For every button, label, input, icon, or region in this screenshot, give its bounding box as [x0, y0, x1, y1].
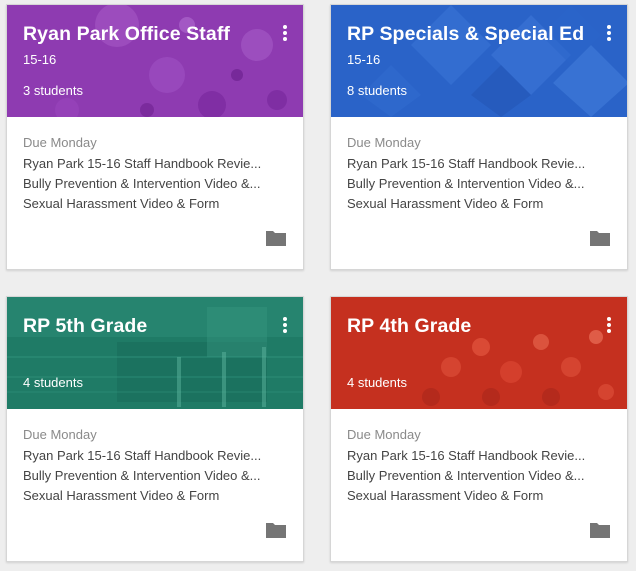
folder-icon[interactable] — [265, 521, 287, 539]
class-title[interactable]: RP Specials & Special Ed — [347, 23, 584, 46]
class-title[interactable]: Ryan Park Office Staff — [23, 23, 230, 46]
assignment-link[interactable]: Ryan Park 15-16 Staff Handbook Revie... — [23, 156, 287, 171]
class-card-header[interactable]: RP 5th Grade 4 students — [7, 297, 303, 409]
folder-icon[interactable] — [589, 229, 611, 247]
more-vert-icon[interactable] — [279, 25, 291, 43]
class-section: 15-16 — [347, 52, 381, 67]
class-title[interactable]: RP 4th Grade — [347, 315, 471, 338]
assignment-link[interactable]: Sexual Harassment Video & Form — [347, 196, 611, 211]
class-card-body: Due Monday Ryan Park 15-16 Staff Handboo… — [331, 117, 627, 269]
assignment-link[interactable]: Sexual Harassment Video & Form — [23, 196, 287, 211]
due-label: Due Monday — [23, 427, 97, 442]
due-label: Due Monday — [347, 427, 421, 442]
folder-icon[interactable] — [589, 521, 611, 539]
class-title[interactable]: RP 5th Grade — [23, 315, 147, 338]
more-vert-icon[interactable] — [279, 317, 291, 335]
student-count: 8 students — [347, 83, 407, 98]
class-section: 15-16 — [23, 52, 57, 67]
assignment-link[interactable]: Bully Prevention & Intervention Video &.… — [23, 176, 287, 191]
assignment-link[interactable]: Bully Prevention & Intervention Video &.… — [23, 468, 287, 483]
class-card-rp-5th-grade[interactable]: RP 5th Grade 4 students Due Monday Ryan … — [6, 296, 304, 562]
assignment-link[interactable]: Bully Prevention & Intervention Video &.… — [347, 468, 611, 483]
class-card-body: Due Monday Ryan Park 15-16 Staff Handboo… — [7, 409, 303, 561]
assignment-link[interactable]: Ryan Park 15-16 Staff Handbook Revie... — [347, 448, 611, 463]
class-card-header[interactable]: Ryan Park Office Staff 15-16 3 students — [7, 5, 303, 117]
class-card-body: Due Monday Ryan Park 15-16 Staff Handboo… — [331, 409, 627, 561]
due-label: Due Monday — [23, 135, 97, 150]
assignment-link[interactable]: Bully Prevention & Intervention Video &.… — [347, 176, 611, 191]
folder-icon[interactable] — [265, 229, 287, 247]
header-background-image — [422, 330, 614, 406]
due-label: Due Monday — [347, 135, 421, 150]
class-card-rp-4th-grade[interactable]: RP 4th Grade 4 students Due Monday Ryan … — [330, 296, 628, 562]
student-count: 4 students — [23, 375, 83, 390]
more-vert-icon[interactable] — [603, 317, 615, 335]
class-card-body: Due Monday Ryan Park 15-16 Staff Handboo… — [7, 117, 303, 269]
class-card-rp-specials-special-ed[interactable]: RP Specials & Special Ed 15-16 8 student… — [330, 4, 628, 270]
student-count: 3 students — [23, 83, 83, 98]
class-card-header[interactable]: RP 4th Grade 4 students — [331, 297, 627, 409]
class-card-ryan-park-office-staff[interactable]: Ryan Park Office Staff 15-16 3 students … — [6, 4, 304, 270]
more-vert-icon[interactable] — [603, 25, 615, 43]
assignment-link[interactable]: Sexual Harassment Video & Form — [347, 488, 611, 503]
assignment-link[interactable]: Ryan Park 15-16 Staff Handbook Revie... — [347, 156, 611, 171]
assignment-link[interactable]: Sexual Harassment Video & Form — [23, 488, 287, 503]
class-card-header[interactable]: RP Specials & Special Ed 15-16 8 student… — [331, 5, 627, 117]
student-count: 4 students — [347, 375, 407, 390]
assignment-link[interactable]: Ryan Park 15-16 Staff Handbook Revie... — [23, 448, 287, 463]
header-background-image — [7, 297, 303, 407]
